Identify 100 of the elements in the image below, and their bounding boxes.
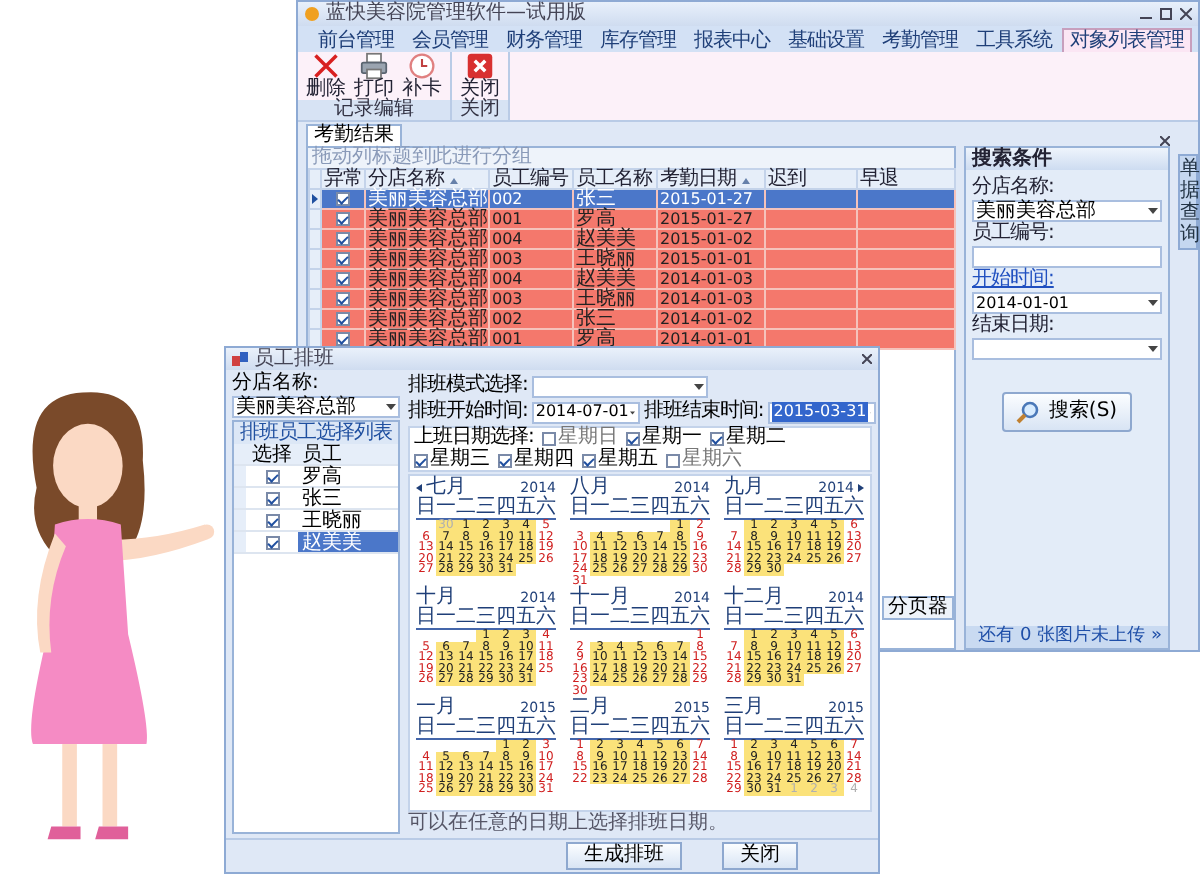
checkbox[interactable] bbox=[336, 231, 350, 246]
caret-icon bbox=[693, 383, 704, 389]
column-header: 员工 bbox=[298, 444, 398, 466]
checkbox[interactable] bbox=[265, 513, 279, 528]
month-name: 十二月 bbox=[724, 588, 784, 608]
column-header[interactable]: 考勤日期 bbox=[657, 169, 765, 189]
list-item[interactable]: 张三 bbox=[298, 488, 398, 510]
checkbox[interactable] bbox=[265, 535, 279, 550]
close-icon bbox=[466, 52, 494, 80]
checkbox[interactable] bbox=[336, 291, 350, 306]
search-icon bbox=[1016, 400, 1041, 424]
maximize-icon[interactable] bbox=[1160, 8, 1172, 20]
menu-tab[interactable]: 库存管理 bbox=[592, 28, 684, 52]
checkbox[interactable] bbox=[265, 491, 279, 506]
checkbox[interactable] bbox=[336, 271, 350, 286]
table-row[interactable]: 美丽美容总部 004 赵美美 2015-01-02 bbox=[309, 229, 955, 249]
close-icon[interactable] bbox=[1180, 8, 1192, 20]
list-item[interactable]: 赵美美 bbox=[298, 532, 398, 554]
toolbar-button[interactable]: 打印 bbox=[352, 52, 396, 100]
dropdown[interactable]: 2015-03-31 bbox=[767, 401, 876, 423]
close-icon[interactable] bbox=[1160, 136, 1170, 146]
checkbox[interactable] bbox=[336, 311, 350, 326]
checkbox[interactable] bbox=[541, 431, 556, 445]
month-name: 十一月 bbox=[570, 588, 630, 608]
menu-tab[interactable]: 基础设置 bbox=[780, 28, 872, 52]
dropdown[interactable]: 2014-07-01 bbox=[531, 401, 640, 423]
list-item[interactable]: 罗高 bbox=[298, 466, 398, 488]
upload-status-link[interactable]: 还有 0 张图片未上传 » bbox=[966, 626, 1168, 648]
column-header[interactable]: 员工名称 bbox=[573, 169, 657, 189]
field-link[interactable]: 开始时间: bbox=[972, 270, 1162, 290]
checkbox[interactable] bbox=[336, 191, 350, 206]
table-row[interactable]: 美丽美容总部 004 赵美美 2014-01-03 bbox=[309, 269, 955, 289]
column-header[interactable]: 员工编号 bbox=[489, 169, 573, 189]
panel-title: 排班员工选择列表 bbox=[234, 422, 398, 444]
menu-tab[interactable]: 对象列表管理 bbox=[1062, 28, 1192, 52]
menu-tab[interactable]: 前台管理 bbox=[310, 28, 402, 52]
dropdown[interactable]: 美丽美容总部 bbox=[972, 200, 1162, 222]
dropdown[interactable]: 2014-01-01 bbox=[972, 292, 1162, 314]
checkbox-label: 星期四 bbox=[514, 450, 574, 470]
column-header: 选择 bbox=[246, 444, 298, 466]
column-header[interactable]: 迟到 bbox=[765, 169, 857, 189]
checkbox[interactable] bbox=[414, 453, 428, 467]
toolbar-button[interactable]: 补卡 bbox=[400, 52, 444, 100]
checkbox[interactable] bbox=[265, 469, 279, 484]
menu-tab[interactable]: 会员管理 bbox=[404, 28, 496, 52]
panel-title: 搜索条件 bbox=[966, 148, 1168, 170]
table-row[interactable]: 美丽美容总部 003 王晓丽 2014-01-03 bbox=[309, 289, 955, 309]
toolbar-button[interactable]: 关闭 bbox=[458, 52, 502, 100]
month-name: 八月 bbox=[570, 478, 610, 498]
checkbox[interactable] bbox=[666, 453, 680, 467]
table-row[interactable]: 美丽美容总部 003 王晓丽 2015-01-01 bbox=[309, 249, 955, 269]
checkbox-label: 星期一 bbox=[641, 428, 702, 448]
hint-text: 可以在任意的日期上选择排班日期。 bbox=[408, 814, 730, 834]
caret-icon bbox=[386, 404, 396, 410]
column-header[interactable]: 早退 bbox=[857, 169, 955, 189]
dialog-button[interactable]: 生成排班 bbox=[566, 842, 682, 870]
checkbox[interactable] bbox=[336, 251, 350, 266]
field-label: 分店名称: bbox=[232, 374, 321, 394]
group-caption: 关闭 bbox=[452, 100, 508, 120]
window-title: 蓝快美容院管理软件—试用版 bbox=[326, 4, 588, 24]
column-header[interactable]: 异常 bbox=[321, 169, 365, 189]
checkbox[interactable] bbox=[336, 211, 350, 226]
checkbox[interactable] bbox=[336, 331, 350, 346]
toolbar-button[interactable]: 删除 bbox=[304, 52, 348, 100]
field-label: 排班结束时间: bbox=[643, 402, 764, 422]
group-by-hint: 拖动列标题到此进行分组 bbox=[308, 148, 954, 168]
dialog-button[interactable]: 关闭 bbox=[722, 842, 798, 870]
menu-tab[interactable]: 工具系统 bbox=[968, 28, 1060, 52]
checkbox-label: 星期三 bbox=[430, 450, 490, 470]
month-name: 一月 bbox=[416, 698, 456, 718]
clock-icon bbox=[408, 52, 436, 80]
field-label: 结束日期: bbox=[972, 316, 1056, 336]
menu-tab[interactable]: 报表中心 bbox=[686, 28, 778, 52]
menu-tab[interactable]: 考勤管理 bbox=[874, 28, 966, 52]
side-tab[interactable]: 单据查询 bbox=[1178, 154, 1198, 250]
field-label: 上班日期选择: bbox=[414, 428, 534, 448]
close-icon[interactable] bbox=[862, 354, 872, 364]
table-row[interactable]: 美丽美容总部 002 张三 2015-01-27 bbox=[309, 189, 955, 209]
column-header[interactable]: 分店名称 bbox=[365, 169, 489, 189]
table-row[interactable]: 美丽美容总部 002 张三 2014-01-02 bbox=[309, 309, 955, 329]
caret-icon bbox=[1148, 300, 1158, 306]
checkbox[interactable] bbox=[709, 431, 724, 445]
dropdown[interactable]: 美丽美容总部 bbox=[232, 396, 400, 418]
previous-month-icon[interactable] bbox=[416, 484, 422, 492]
next-month-icon[interactable] bbox=[858, 484, 864, 492]
dialog-title: 员工排班 bbox=[254, 349, 336, 369]
delete-icon bbox=[312, 52, 340, 80]
group-caption: 记录编辑 bbox=[298, 100, 450, 120]
table-row[interactable]: 美丽美容总部 001 罗高 2015-01-27 bbox=[309, 209, 955, 229]
checkbox[interactable] bbox=[498, 453, 512, 467]
search-button[interactable]: 搜索(S) bbox=[1002, 392, 1132, 432]
field-label: 排班开始时间: bbox=[408, 402, 528, 422]
menu-tab[interactable]: 财务管理 bbox=[498, 28, 590, 52]
input-field[interactable] bbox=[972, 246, 1162, 268]
pager-button[interactable]: 分页器 bbox=[882, 596, 954, 620]
checkbox[interactable] bbox=[582, 453, 596, 467]
document-tab[interactable]: 考勤结果 bbox=[306, 124, 402, 146]
month-name: 七月 bbox=[426, 478, 466, 498]
checkbox-label: 星期日 bbox=[557, 428, 618, 448]
checkbox[interactable] bbox=[625, 431, 640, 445]
